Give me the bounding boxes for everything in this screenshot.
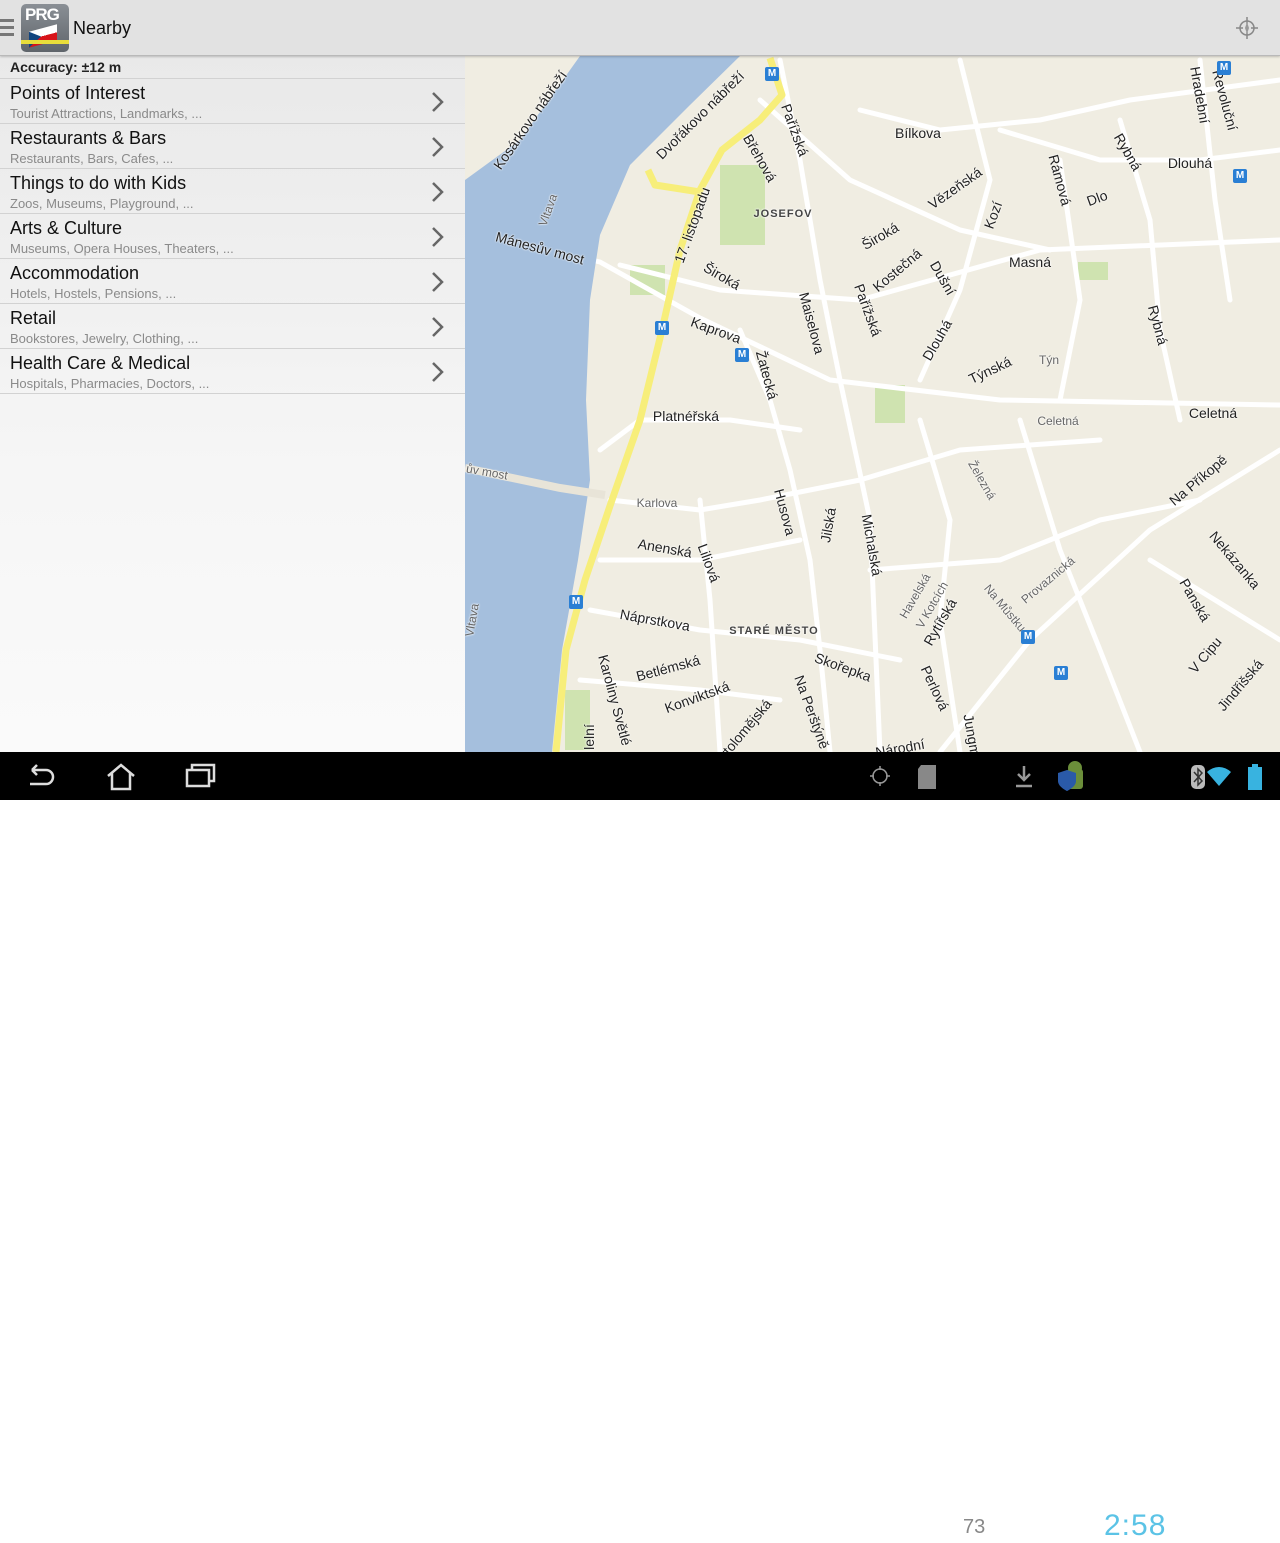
battery-icon [1248, 764, 1262, 790]
category-title: Points of Interest [10, 83, 146, 103]
category-subtitle: Hotels, Hostels, Pensions, ... [10, 286, 177, 301]
category-item[interactable]: Points of Interest Tourist Attractions, L… [0, 79, 465, 124]
street [1147, 557, 1280, 643]
metro-station-icon[interactable]: M [735, 348, 749, 362]
chevron-right-icon [432, 137, 444, 157]
category-item[interactable]: Retail Bookstores, Jewelry, Clothing, ... [0, 304, 465, 349]
street [917, 57, 993, 383]
map-street-label: Celetná [1037, 414, 1079, 428]
category-title: Retail [10, 308, 57, 328]
category-item[interactable]: Restaurants & Bars Restaurants, Bars, Caf… [0, 124, 465, 169]
category-item[interactable]: Accommodation Hotels, Hostels, Pensions, … [0, 259, 465, 304]
category-subtitle: Hospitals, Pharmacies, Doctors, ... [10, 376, 210, 391]
category-title: Arts & Culture [10, 218, 123, 238]
wifi-icon [1207, 767, 1231, 786]
map-canvas [465, 56, 1280, 752]
chevron-right-icon [432, 272, 444, 292]
category-item[interactable]: Health Care & Medical Hospitals, Pharmaci… [0, 349, 465, 394]
clock: 2:58 [1104, 1509, 1167, 1542]
category-item[interactable]: Things to do with Kids Zoos, Museums, Pla… [0, 169, 465, 214]
park-area [720, 165, 765, 245]
map-street-label: lelní [581, 724, 597, 750]
park-area [1078, 262, 1108, 280]
map-street-label: Masná [1008, 254, 1052, 270]
recent-apps-icon[interactable] [184, 762, 218, 790]
gps-icon [870, 766, 890, 786]
action-bar: PRG Nearby [0, 0, 1280, 56]
map-street-label: STARÉ MĚSTO [729, 625, 819, 637]
map-street-label: Celetná [1188, 405, 1238, 421]
chevron-right-icon [432, 227, 444, 247]
download-icon [1016, 766, 1032, 788]
map-street-label: Platnéřská [652, 408, 720, 424]
category-subtitle: Bookstores, Jewelry, Clothing, ... [10, 331, 199, 346]
logo-text: PRG [25, 5, 60, 24]
metro-station-icon[interactable]: M [1233, 169, 1247, 183]
map-street-label: Bílkova [895, 125, 941, 141]
system-navigation-bar: 73 2:58 [0, 752, 1280, 1542]
metro-station-icon[interactable]: M [655, 321, 669, 335]
map-street-label: Karlova [636, 496, 678, 510]
sd-card-icon [918, 765, 936, 789]
map-view[interactable]: Kosárkovo nábřeží Dvořákovo nábřeží Pařížs… [465, 56, 1280, 752]
category-subtitle: Museums, Opera Houses, Theaters, ... [10, 241, 234, 256]
bluetooth-icon [1191, 765, 1205, 789]
page-title: Nearby [73, 18, 132, 38]
map-street-label: Dlouhá [1167, 155, 1213, 171]
metro-station-icon[interactable]: M [1021, 630, 1035, 644]
chevron-right-icon [432, 92, 444, 112]
category-subtitle: Restaurants, Bars, Cafes, ... [10, 151, 174, 166]
accuracy-label: Accuracy: ±12 m [0, 56, 465, 79]
street [697, 497, 723, 752]
map-street-label: Týn [1038, 353, 1060, 367]
back-icon[interactable] [24, 762, 56, 790]
notification-count: 73 [963, 1516, 986, 1538]
category-subtitle: Zoos, Museums, Playground, ... [10, 196, 194, 211]
map-street-label: JOSEFOV [753, 208, 813, 220]
chevron-right-icon [432, 317, 444, 337]
category-panel: Accuracy: ±12 m Points of Interest Touris… [0, 56, 465, 752]
street [997, 127, 1280, 163]
category-title: Accommodation [10, 263, 140, 283]
category-title: Things to do with Kids [10, 173, 187, 193]
category-item[interactable]: Arts & Culture Museums, Opera Houses, The… [0, 214, 465, 259]
chevron-right-icon [432, 182, 444, 202]
locate-me-icon[interactable] [1235, 16, 1259, 40]
security-android-icon [1058, 761, 1083, 791]
chevron-right-icon [432, 362, 444, 382]
app-logo[interactable]: PRG [21, 4, 69, 52]
drawer-menu-icon[interactable] [0, 19, 14, 40]
category-title: Health Care & Medical [10, 353, 191, 373]
category-title: Restaurants & Bars [10, 128, 167, 148]
metro-station-icon[interactable]: M [765, 67, 779, 81]
metro-station-icon[interactable]: M [569, 595, 583, 609]
category-subtitle: Tourist Attractions, Landmarks, ... [10, 106, 203, 121]
metro-station-icon[interactable]: M [1217, 61, 1231, 75]
metro-station-icon[interactable]: M [1054, 666, 1068, 680]
home-icon[interactable] [104, 762, 138, 792]
